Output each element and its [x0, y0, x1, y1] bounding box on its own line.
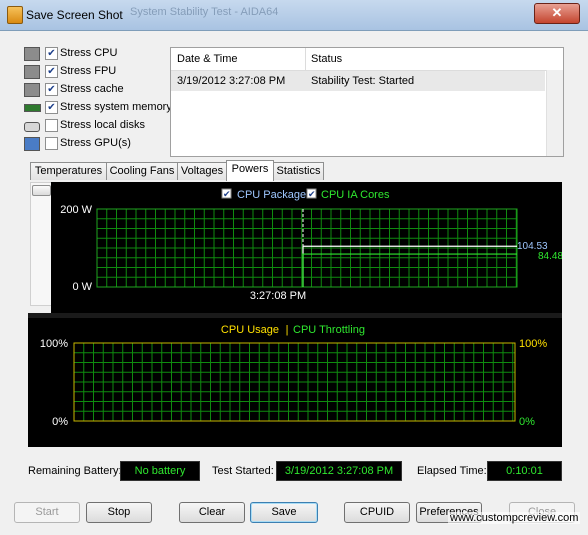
stress-cache-checkbox[interactable]: ✔ [45, 83, 58, 96]
fpu-chip-icon [24, 65, 40, 79]
cpu-package-check-icon: ✔ [223, 189, 231, 199]
stress-cache-option[interactable]: ✔ Stress cache [24, 81, 172, 99]
cpu-package-series-line [302, 245, 517, 287]
legend-cpu-usage: CPU Usage [221, 324, 279, 336]
cpu-ia-cores-series-line [302, 253, 517, 287]
stress-fpu-option[interactable]: ✔ Stress FPU [24, 63, 172, 81]
watermark-text: www.custompcreview.com [448, 512, 581, 524]
stress-cpu-checkbox[interactable]: ✔ [45, 47, 58, 60]
gpu-monitor-icon [24, 137, 40, 151]
background-window-title: System Stability Test - AIDA64 [130, 6, 279, 18]
legend-cpu-ia-cores: CPU IA Cores [321, 189, 390, 201]
table-scrollbar[interactable] [546, 70, 563, 156]
stress-cpu-option[interactable]: ✔ Stress CPU [24, 45, 172, 63]
legend-cpu-throttling: CPU Throttling [293, 324, 365, 336]
graph-scale-slider[interactable] [30, 182, 52, 306]
start-button[interactable]: Start [14, 502, 80, 523]
stress-disks-label[interactable]: Stress local disks [60, 119, 145, 131]
cache-chip-icon [24, 83, 40, 97]
cpu-ia-cores-value-label: 84.48 [538, 251, 562, 262]
legend-separator: | [286, 324, 289, 336]
remaining-battery-value: No battery [120, 461, 200, 481]
power-chart: ✔ CPU Package ✔ CPU IA Cores 200 W 0 W 3… [51, 182, 563, 313]
slider-thumb[interactable] [32, 185, 51, 196]
stress-fpu-checkbox[interactable]: ✔ [45, 65, 58, 78]
elapsed-time-label: Elapsed Time: [417, 465, 487, 477]
y-tick-right-100: 100% [519, 338, 547, 350]
y-tick-left-100: 100% [40, 338, 68, 350]
cpu-usage-chart: CPU Usage | CPU Throttling 100% 0% 100% … [28, 318, 562, 447]
cpu-ia-cores-check-icon: ✔ [308, 189, 316, 199]
y-tick-right-0: 0% [519, 416, 535, 428]
memory-module-icon [24, 104, 41, 112]
app-icon [7, 6, 23, 24]
legend-cpu-package: CPU Package [237, 189, 306, 201]
power-grid [96, 208, 518, 288]
row-status: Stability Test: Started [311, 75, 415, 87]
stress-gpu-label[interactable]: Stress GPU(s) [60, 137, 131, 149]
tab-powers[interactable]: Powers [226, 160, 274, 181]
power-chart-svg: ✔ CPU Package ✔ CPU IA Cores 200 W 0 W 3… [60, 188, 563, 302]
elapsed-time-value: 0:10:01 [487, 461, 562, 481]
y-tick-0w: 0 W [72, 281, 92, 293]
column-header-datetime[interactable]: Date & Time [177, 53, 238, 65]
stop-button[interactable]: Stop [86, 502, 152, 523]
window-close-button[interactable]: ✕ [534, 3, 580, 24]
clear-button[interactable]: Clear [179, 502, 245, 523]
remaining-battery-label: Remaining Battery: [28, 465, 122, 477]
column-header-status[interactable]: Status [311, 53, 342, 65]
y-tick-200w: 200 W [60, 204, 92, 216]
status-log-table[interactable]: Date & Time Status 3/19/2012 3:27:08 PM … [170, 47, 564, 157]
table-row[interactable]: 3/19/2012 3:27:08 PM Stability Test: Sta… [171, 71, 545, 91]
tab-voltages[interactable]: Voltages [177, 162, 227, 180]
tab-temperatures[interactable]: Temperatures [30, 162, 107, 180]
time-marker-label: 3:27:08 PM [250, 290, 306, 302]
cpu-usage-chart-svg: CPU Usage | CPU Throttling 100% 0% 100% … [40, 324, 547, 428]
stress-memory-label[interactable]: Stress system memory [60, 101, 172, 113]
tab-cooling-fans[interactable]: Cooling Fans [106, 162, 178, 180]
column-divider[interactable] [305, 48, 306, 70]
stress-cache-label[interactable]: Stress cache [60, 83, 124, 95]
stress-gpu-checkbox[interactable] [45, 137, 58, 150]
stress-fpu-label[interactable]: Stress FPU [60, 65, 116, 77]
tab-statistics[interactable]: Statistics [273, 162, 324, 180]
cpu-chip-icon [24, 47, 40, 61]
cpuid-button[interactable]: CPUID [344, 502, 410, 523]
window-title: Save Screen Shot [26, 8, 123, 22]
stress-gpu-option[interactable]: Stress GPU(s) [24, 135, 172, 153]
test-started-label: Test Started: [212, 465, 274, 477]
stress-options: ✔ Stress CPU ✔ Stress FPU ✔ Stress cache… [24, 45, 172, 153]
stress-memory-option[interactable]: ✔ Stress system memory [24, 99, 172, 117]
cpu-grid [73, 342, 516, 422]
stress-cpu-label[interactable]: Stress CPU [60, 47, 117, 59]
save-button[interactable]: Save [250, 502, 318, 523]
y-tick-left-0: 0% [52, 416, 68, 428]
stress-disks-option[interactable]: Stress local disks [24, 117, 172, 135]
title-bar[interactable]: System Stability Test - AIDA64 Save Scre… [0, 0, 588, 31]
stress-disks-checkbox[interactable] [45, 119, 58, 132]
disk-drive-icon [24, 122, 40, 132]
stress-memory-checkbox[interactable]: ✔ [45, 101, 58, 114]
test-started-value: 3/19/2012 3:27:08 PM [276, 461, 402, 481]
row-datetime: 3/19/2012 3:27:08 PM [177, 75, 286, 87]
table-header: Date & Time Status [171, 48, 563, 71]
